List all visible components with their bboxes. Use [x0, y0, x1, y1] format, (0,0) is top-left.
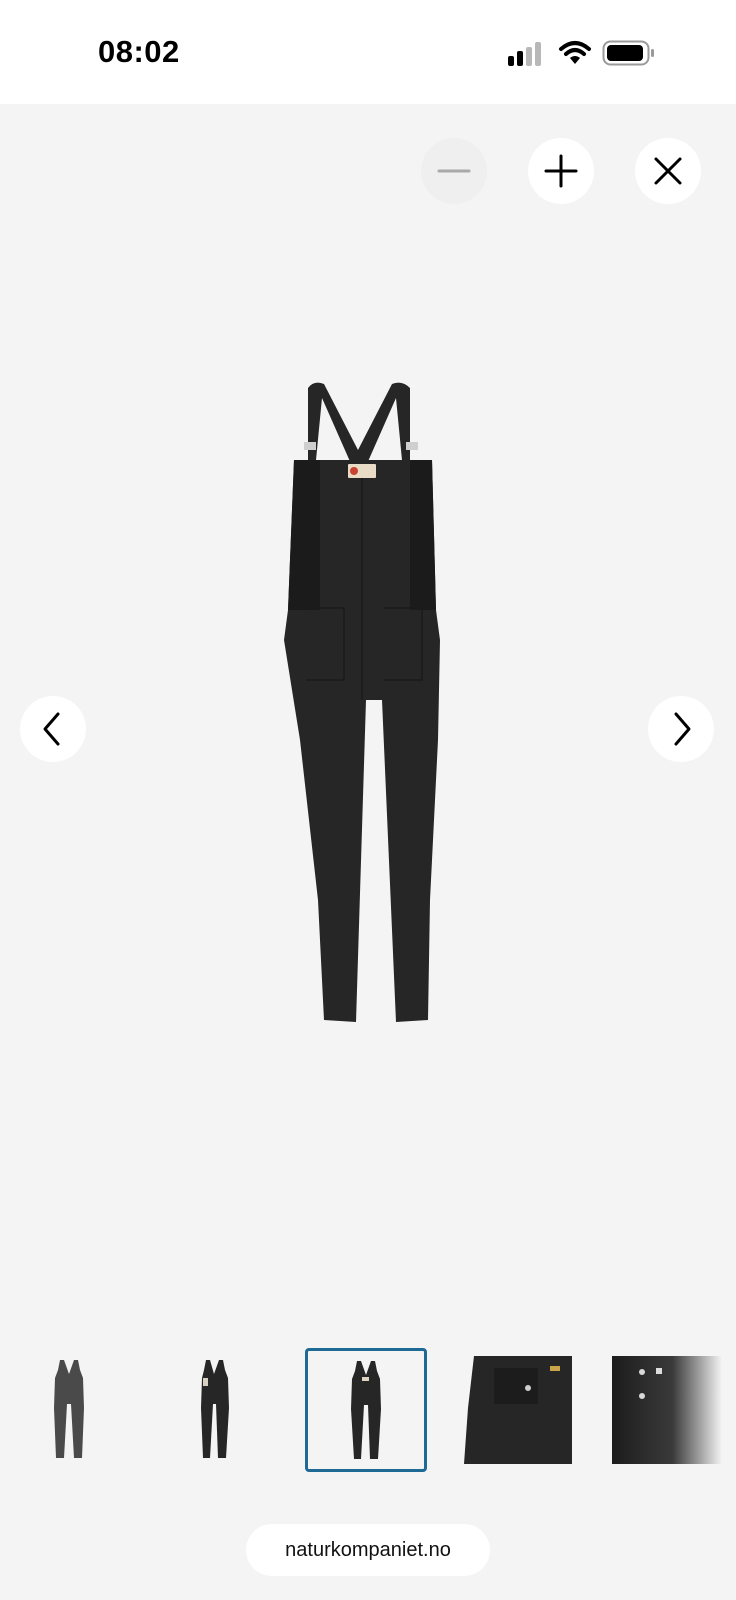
- thumbnail-1[interactable]: [8, 1348, 130, 1472]
- chevron-right-icon: [674, 712, 691, 746]
- close-button[interactable]: [635, 138, 701, 204]
- thumbnail-image: [612, 1356, 722, 1464]
- status-time: 08:02: [98, 34, 180, 69]
- next-image-button[interactable]: [648, 696, 714, 762]
- previous-image-button[interactable]: [20, 696, 86, 762]
- wifi-icon: [559, 41, 591, 64]
- thumbnail-4[interactable]: [464, 1348, 586, 1472]
- thumbnail-image: [201, 1360, 229, 1458]
- url-text: naturkompaniet.no: [285, 1538, 451, 1561]
- thumbnail-image: [54, 1360, 84, 1458]
- chevron-left-icon: [43, 712, 60, 746]
- thumbnail-strip: [0, 1348, 736, 1478]
- signal-icon: [508, 42, 541, 66]
- browser-url-bar[interactable]: naturkompaniet.no: [246, 1524, 490, 1576]
- zoom-in-button[interactable]: [528, 138, 594, 204]
- close-icon: [654, 157, 682, 185]
- minus-icon: [437, 169, 471, 173]
- thumbnail-2[interactable]: [156, 1348, 278, 1472]
- status-icons: [506, 40, 656, 70]
- zoom-out-button[interactable]: [421, 138, 487, 204]
- thumbnail-5[interactable]: [612, 1348, 734, 1472]
- thumbnail-3[interactable]: [305, 1348, 427, 1472]
- plus-icon: [544, 154, 578, 188]
- thumbnail-image: [351, 1361, 381, 1459]
- status-bar: 08:02: [0, 0, 736, 104]
- thumbnail-image: [464, 1348, 586, 1472]
- battery-icon: [602, 40, 654, 66]
- product-image: [284, 382, 440, 1022]
